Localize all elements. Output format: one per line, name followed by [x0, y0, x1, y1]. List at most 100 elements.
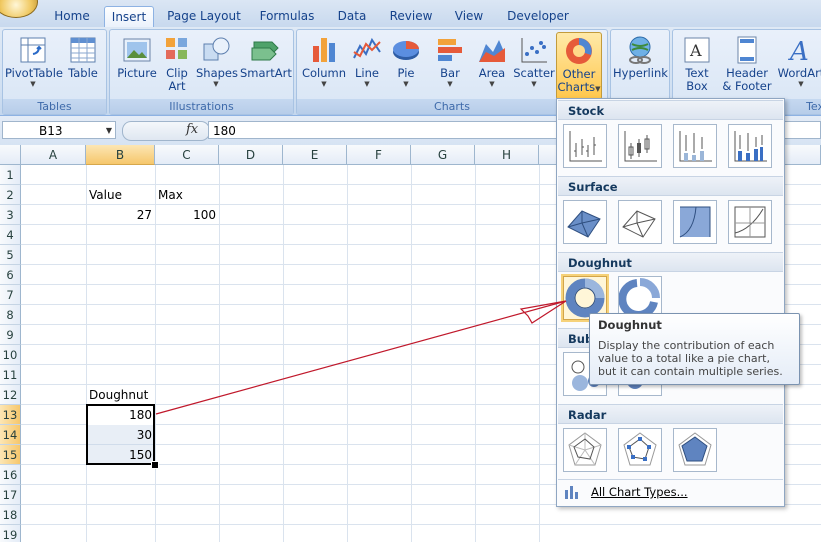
tab-home[interactable]: Home [48, 6, 96, 27]
header-footer-button[interactable]: Header & Footer [719, 32, 775, 93]
cell-c2[interactable]: Max [155, 185, 219, 205]
surface-chart-option[interactable] [563, 200, 607, 244]
svg-text:A: A [689, 41, 702, 60]
other-charts-dropdown: Stock Surface Doughnut Bubb Radar All Ch… [556, 98, 785, 507]
row-header[interactable]: 15 [0, 445, 21, 465]
column-header-e[interactable]: E [283, 145, 347, 165]
header-footer-icon [737, 36, 757, 64]
surface-chart-icon [622, 210, 656, 238]
row-header[interactable]: 18 [0, 505, 21, 525]
cell-b3[interactable]: 27 [86, 205, 155, 225]
text-box-button[interactable]: A Text Box [677, 32, 717, 93]
area-chart-button[interactable]: Area ▼ [473, 32, 511, 88]
tab-view[interactable]: View [449, 6, 489, 27]
stock-chart-icon [624, 131, 657, 162]
surface-chart-icon [734, 206, 766, 238]
cell-b2[interactable]: Value [86, 185, 155, 205]
surface-chart-icon [679, 206, 711, 238]
tab-developer[interactable]: Developer [505, 6, 571, 27]
scatter-chart-icon [521, 38, 547, 63]
radar-markers-icon [623, 432, 657, 466]
column-header-c[interactable]: C [155, 145, 219, 165]
column-header-f[interactable]: F [347, 145, 411, 165]
row-header[interactable]: 14 [0, 425, 21, 445]
row-header[interactable]: 8 [0, 305, 21, 325]
grid-line [219, 165, 220, 542]
cell-b14[interactable]: 30 [86, 425, 155, 445]
stock-chart-option[interactable] [618, 124, 662, 168]
radar-markers-option[interactable] [618, 428, 662, 472]
tab-formulas[interactable]: Formulas [256, 6, 318, 27]
cell-b13[interactable]: 180 [86, 405, 155, 425]
insert-function-icon[interactable]: fx [186, 122, 198, 137]
column-header-d[interactable]: D [219, 145, 283, 165]
wordart-button[interactable]: A WordArt ▼ [777, 32, 821, 88]
row-header[interactable]: 3 [0, 205, 21, 225]
column-chart-icon [313, 38, 335, 62]
surface-chart-icon [567, 210, 601, 238]
pivottable-button[interactable]: PivotTable ▼ [5, 32, 63, 88]
doughnut-tooltip: Doughnut Display the contribution of eac… [589, 313, 800, 385]
stock-chart-option[interactable] [728, 124, 772, 168]
tab-insert[interactable]: Insert [104, 6, 154, 28]
tab-review[interactable]: Review [387, 6, 435, 27]
scatter-chart-button[interactable]: Scatter ▼ [513, 32, 555, 88]
column-header-a[interactable]: A [21, 145, 86, 165]
row-header[interactable]: 4 [0, 225, 21, 245]
row-header[interactable]: 1 [0, 165, 21, 185]
all-chart-types[interactable]: All Chart Types... [558, 479, 783, 505]
column-header-g[interactable]: G [411, 145, 475, 165]
surface-chart-option[interactable] [673, 200, 717, 244]
office-button[interactable] [0, 0, 38, 18]
stock-chart-icon [679, 131, 712, 162]
row-header[interactable]: 12 [0, 385, 21, 405]
row-header[interactable]: 6 [0, 265, 21, 285]
line-chart-button[interactable]: Line ▼ [349, 32, 385, 88]
surface-chart-option[interactable] [728, 200, 772, 244]
section-header-surface: Surface [558, 176, 783, 196]
select-all-corner[interactable] [0, 145, 21, 165]
smartart-button[interactable]: SmartArt [240, 32, 292, 80]
radar-chart-option[interactable] [563, 428, 607, 472]
column-header-b[interactable]: B [86, 145, 155, 165]
row-header[interactable]: 7 [0, 285, 21, 305]
pie-chart-icon [393, 41, 419, 60]
grid-line [283, 165, 284, 542]
row-header[interactable]: 13 [0, 405, 21, 425]
row-header[interactable]: 11 [0, 365, 21, 385]
cell-b15[interactable]: 150 [86, 445, 155, 465]
cell-c3[interactable]: 100 [155, 205, 219, 225]
clip-art-icon [166, 38, 187, 59]
shapes-button[interactable]: Shapes ▼ [196, 32, 238, 88]
filled-radar-option[interactable] [673, 428, 717, 472]
row-header[interactable]: 19 [0, 525, 21, 542]
row-header[interactable]: 9 [0, 325, 21, 345]
bar-chart-button[interactable]: Bar ▼ [431, 32, 469, 88]
picture-button[interactable]: Picture [114, 32, 160, 80]
stock-chart-option[interactable] [673, 124, 717, 168]
name-box[interactable]: B13 ▼ [2, 121, 116, 139]
row-header[interactable]: 17 [0, 485, 21, 505]
tab-data[interactable]: Data [332, 6, 372, 27]
stock-chart-option[interactable] [563, 124, 607, 168]
all-chart-types-label[interactable]: All Chart Types... [591, 485, 688, 499]
group-tables: PivotTable ▼ Table Tables [2, 29, 107, 115]
globe-link-icon [629, 36, 651, 64]
column-chart-button[interactable]: Column ▼ [301, 32, 347, 88]
other-charts-button[interactable]: Other Charts▼ [556, 32, 602, 100]
row-header[interactable]: 10 [0, 345, 21, 365]
table-button[interactable]: Table [63, 32, 103, 80]
row-header[interactable]: 2 [0, 185, 21, 205]
pivottable-icon [20, 37, 46, 63]
smartart-icon [251, 41, 279, 61]
surface-chart-option[interactable] [618, 200, 662, 244]
clip-art-button[interactable]: Clip Art [162, 32, 192, 93]
row-header[interactable]: 5 [0, 245, 21, 265]
tab-page-layout[interactable]: Page Layout [166, 6, 242, 27]
chevron-down-icon[interactable]: ▼ [106, 122, 112, 140]
column-header-h[interactable]: H [475, 145, 539, 165]
cell-b12[interactable]: Doughnut [86, 385, 155, 405]
hyperlink-button[interactable]: Hyperlink [613, 32, 668, 80]
pie-chart-button[interactable]: Pie ▼ [389, 32, 423, 88]
row-header[interactable]: 16 [0, 465, 21, 485]
